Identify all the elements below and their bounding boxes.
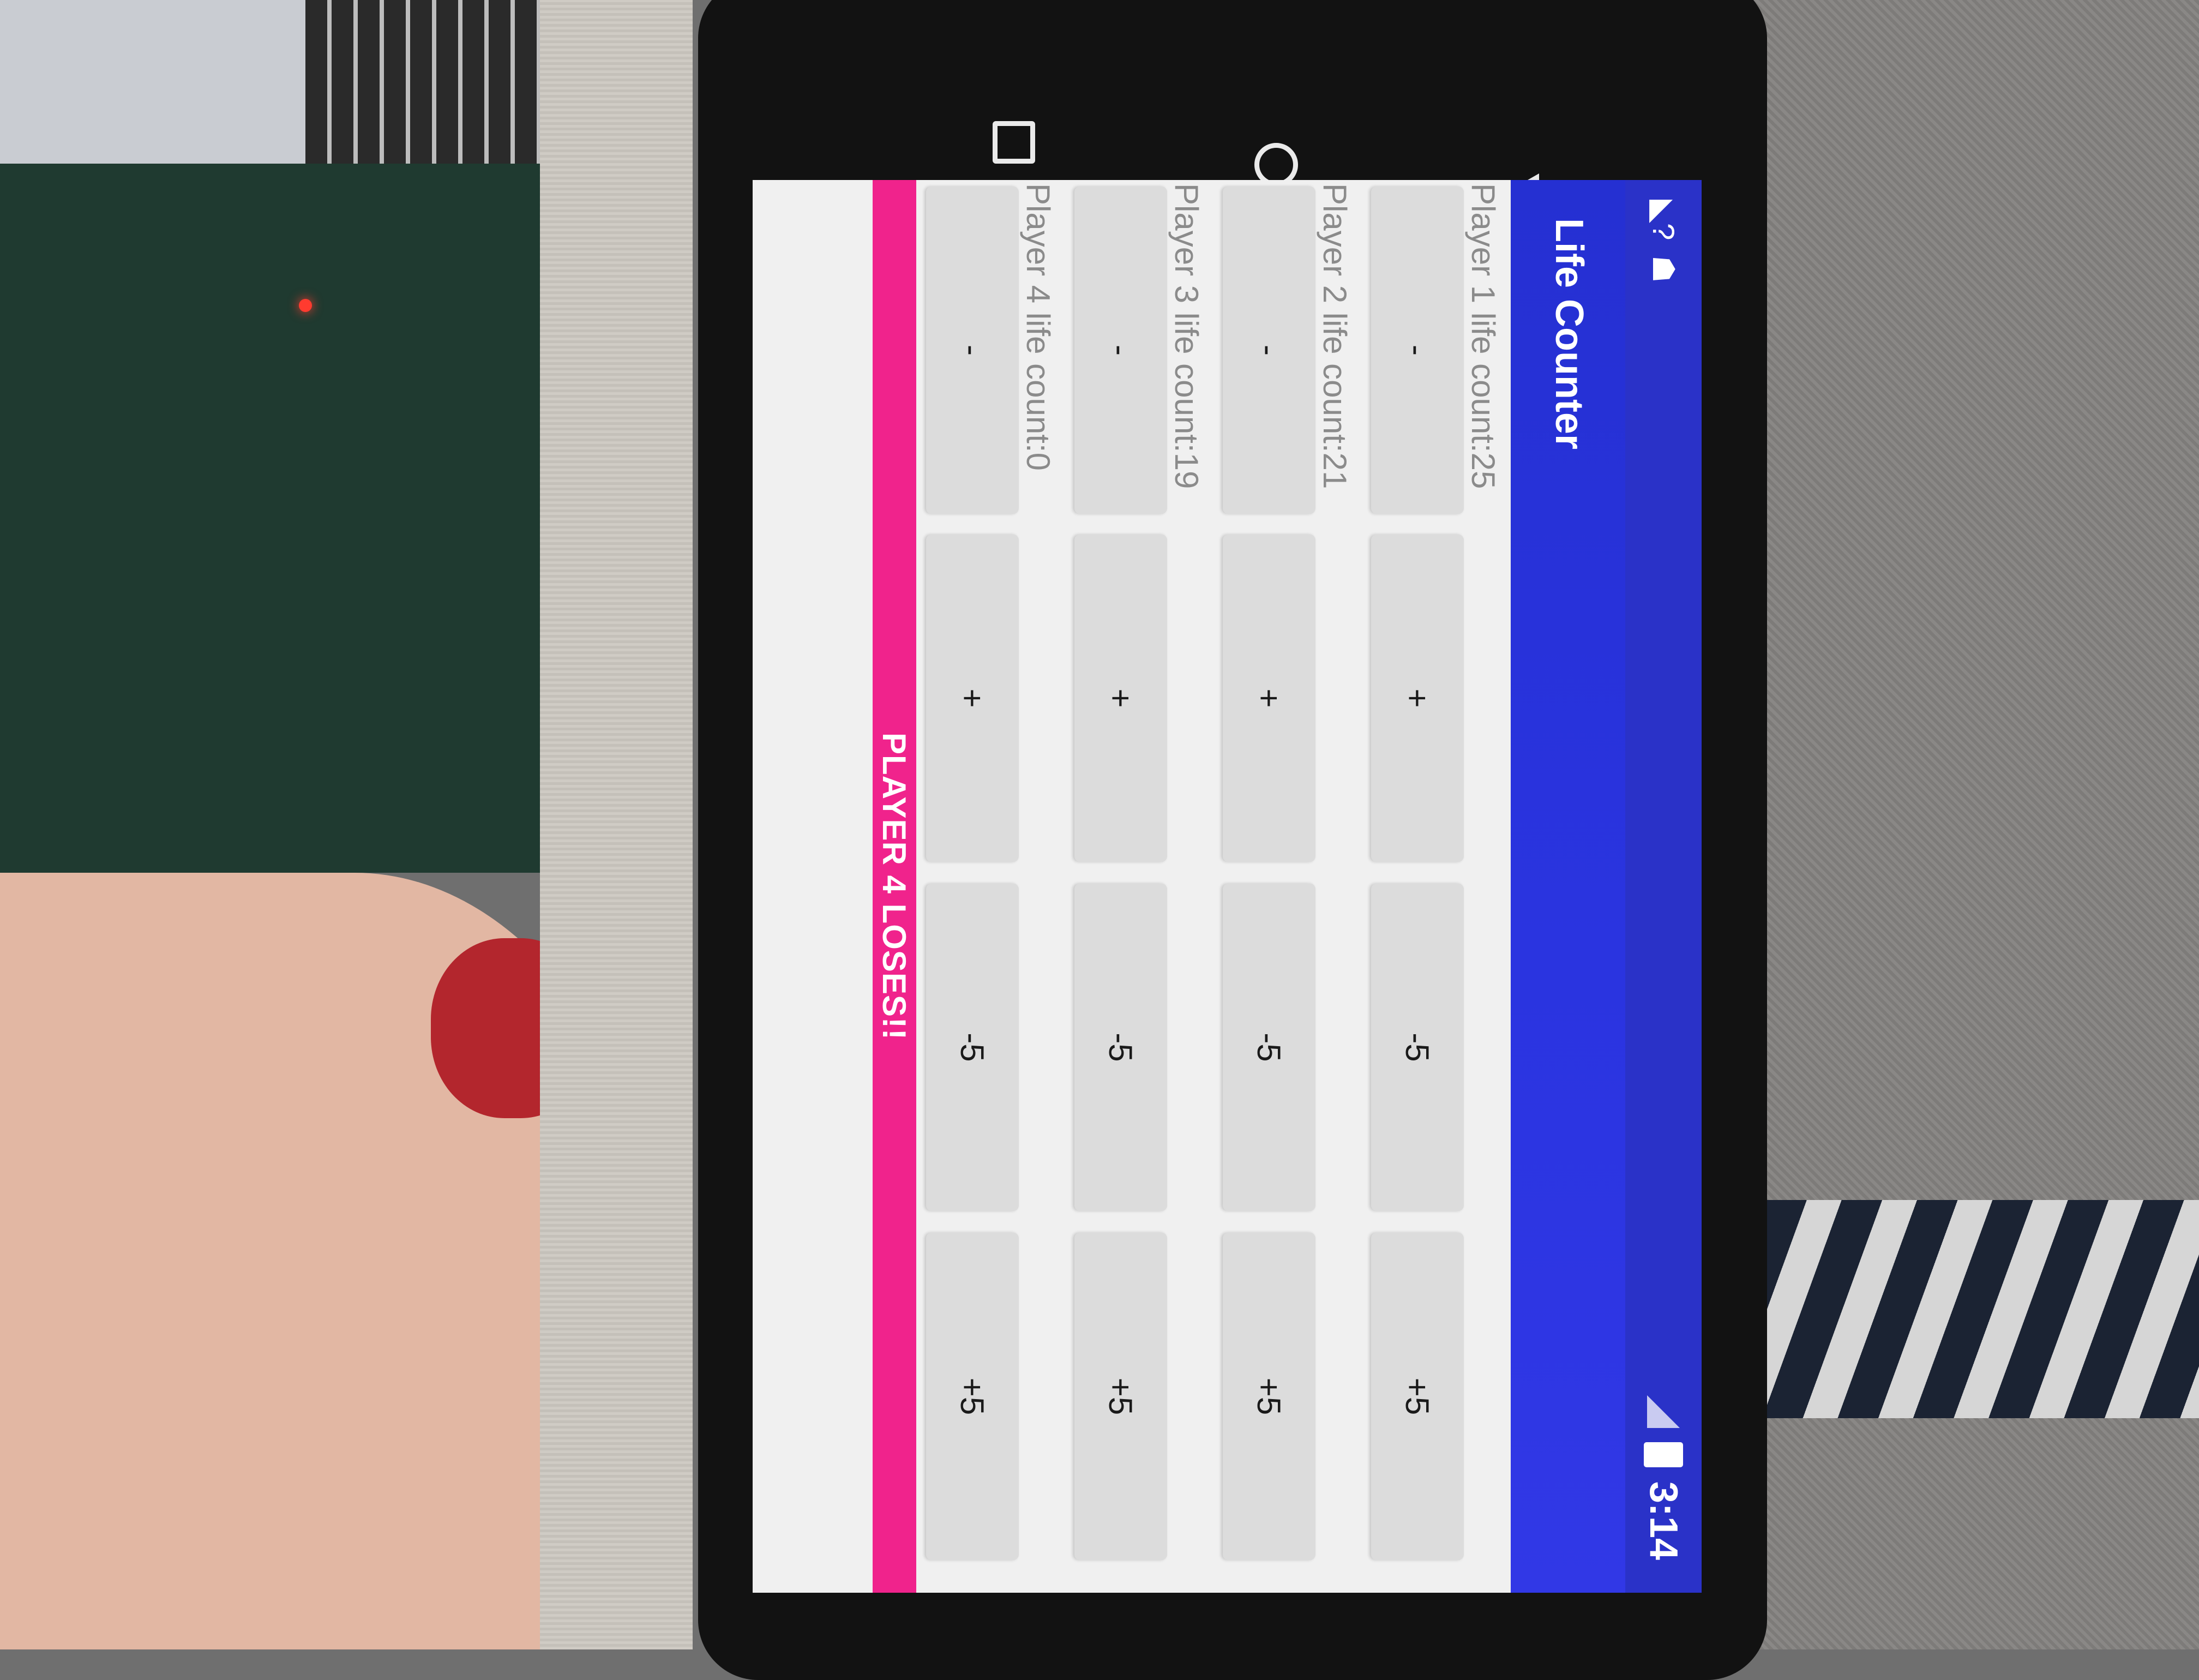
battery-charging-icon	[1644, 1442, 1683, 1467]
recents-icon[interactable]	[993, 121, 1035, 164]
player-2-row: Player 2 life count:21 - + -5 +5	[1209, 180, 1357, 1593]
phone-case-edge	[540, 0, 693, 1649]
player-4-minus-5-button[interactable]: -5	[926, 884, 1019, 1211]
dark-fabric-background	[0, 164, 573, 873]
player-3-plus-5-button[interactable]: +5	[1074, 1233, 1167, 1560]
player-4-row: Player 4 life count:0 - + -5 +5	[912, 180, 1060, 1593]
player-2-minus-5-button[interactable]: -5	[1223, 884, 1315, 1211]
player-1-row: Player 1 life count:25 - + -5 +5	[1357, 180, 1505, 1593]
player-3-minus-button[interactable]: -	[1074, 187, 1167, 514]
player-1-minus-button[interactable]: -	[1371, 187, 1464, 514]
player-3-life-label: Player 3 life count:19	[1168, 183, 1205, 489]
player-4-plus-button[interactable]: +	[926, 535, 1019, 862]
status-time: 3:14	[1642, 1481, 1685, 1560]
player-2-minus-button[interactable]: -	[1223, 187, 1315, 514]
player-3-plus-button[interactable]: +	[1074, 535, 1167, 862]
phone-screen: ◣? ☗ 3:14 Life Counter Player 1 life cou…	[753, 180, 1702, 1593]
app-screen: ◣? ☗ 3:14 Life Counter Player 1 life cou…	[753, 180, 1702, 1593]
player-2-plus-5-button[interactable]: +5	[1223, 1233, 1315, 1560]
status-bar: ◣? ☗ 3:14	[1625, 180, 1702, 1593]
led-light	[299, 299, 312, 312]
player-1-plus-button[interactable]: +	[1371, 535, 1464, 862]
app-bar: Life Counter	[1511, 180, 1625, 1593]
no-signal-icon	[1647, 1395, 1680, 1428]
wifi-question-icon: ◣?	[1647, 200, 1681, 241]
lose-banner: PLAYER 4 LOSES!!	[873, 180, 916, 1593]
android-debug-icon: ☗	[1647, 255, 1681, 283]
status-left-icons: ◣? ☗	[1642, 200, 1685, 283]
player-1-life-label: Player 1 life count:25	[1465, 183, 1501, 489]
player-4-plus-5-button[interactable]: +5	[926, 1233, 1019, 1560]
player-2-plus-button[interactable]: +	[1223, 535, 1315, 862]
player-2-life-label: Player 2 life count:21	[1317, 183, 1353, 489]
app-title: Life Counter	[1547, 218, 1591, 449]
player-4-minus-button[interactable]: -	[926, 187, 1019, 514]
player-3-row: Player 3 life count:19 - + -5 +5	[1060, 180, 1209, 1593]
status-right-icons: 3:14	[1637, 1395, 1690, 1560]
player-1-plus-5-button[interactable]: +5	[1371, 1233, 1464, 1560]
player-3-minus-5-button[interactable]: -5	[1074, 884, 1167, 1211]
player-4-life-label: Player 4 life count:0	[1020, 183, 1056, 471]
player-1-minus-5-button[interactable]: -5	[1371, 884, 1464, 1211]
